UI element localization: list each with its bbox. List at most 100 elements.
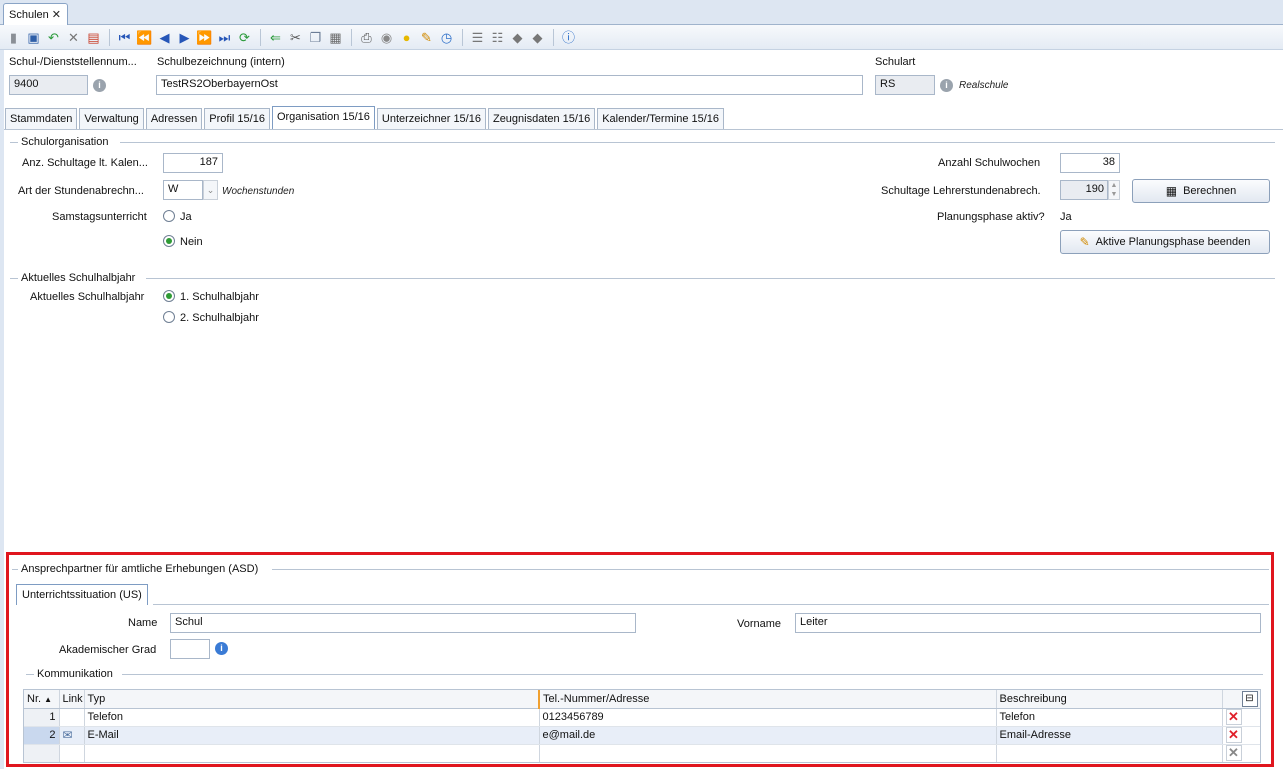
schulnummer-field[interactable]: 9400 — [9, 75, 88, 95]
new-icon[interactable]: ▮ — [4, 28, 23, 47]
vorname-label: Vorname — [737, 618, 782, 630]
form-tabs: Stammdaten Verwaltung Adressen Profil 15… — [5, 106, 726, 129]
tab-unterrichtssituation[interactable]: Unterrichtssituation (US) — [16, 584, 148, 605]
berechnen-button[interactable]: ▦ Berechnen — [1132, 179, 1270, 203]
idea-icon[interactable]: ● — [397, 28, 416, 47]
chevron-down-icon[interactable]: ⌄ — [203, 180, 218, 200]
delete-row-icon[interactable]: ✕ — [1225, 709, 1242, 725]
col-link[interactable]: Link — [59, 690, 85, 709]
samstag-ja-radio[interactable] — [163, 210, 175, 222]
clock-icon[interactable]: ◷ — [437, 28, 456, 47]
cut-icon[interactable]: ✂ — [286, 28, 305, 47]
planungsphase-beenden-button[interactable]: ✎ Aktive Planungsphase beenden — [1060, 230, 1270, 254]
back-icon[interactable]: ⇐ — [266, 28, 285, 47]
undo-icon[interactable]: ↶ — [44, 28, 63, 47]
col-beschreibung[interactable]: Beschreibung — [996, 690, 1223, 709]
table-row[interactable]: 2 ✉ E-Mail e@mail.de Email-Adresse ✕ — [24, 726, 1260, 745]
list2-icon[interactable]: ☷ — [488, 28, 507, 47]
tab-stammdaten[interactable]: Stammdaten — [5, 108, 78, 129]
close-icon[interactable]: ✕ — [52, 9, 61, 21]
berechnen-label: Berechnen — [1183, 185, 1237, 197]
delete-icon[interactable]: ✕ — [64, 28, 83, 47]
halbjahr-1-radio[interactable] — [163, 290, 175, 302]
name-label: Name — [128, 617, 158, 629]
copy-icon[interactable]: ❐ — [306, 28, 325, 47]
spinner-icon[interactable]: ▲ ▼ — [1108, 180, 1120, 200]
next-icon[interactable]: ▶ — [175, 28, 194, 47]
save-icon[interactable]: ▣ — [24, 28, 43, 47]
column-chooser-icon[interactable]: ⊟ — [1241, 690, 1258, 707]
col-nr[interactable]: Nr. ▲ — [24, 690, 60, 709]
planungsphase-beenden-label: Aktive Planungsphase beenden — [1095, 236, 1251, 248]
last-icon[interactable]: ⏭ — [215, 28, 234, 47]
tab-verwaltung[interactable]: Verwaltung — [79, 108, 144, 129]
stundenabrechnung-label: Art der Stundenabrechn... — [18, 185, 144, 197]
help-icon[interactable]: ⓘ — [559, 28, 578, 47]
document-tab-bar — [0, 0, 1283, 25]
col-adresse[interactable]: Tel.-Nummer/Adresse — [538, 690, 997, 709]
row-typ[interactable]: E-Mail — [84, 726, 540, 745]
pencil-icon: ✎ — [1079, 235, 1090, 249]
info-icon[interactable]: i — [215, 642, 228, 655]
info-icon[interactable]: i — [93, 79, 106, 92]
samstag-ja-label: Ja — [180, 211, 192, 223]
row-nr: 2 — [24, 726, 60, 745]
halbjahr-title: Aktuelles Schulhalbjahr — [21, 272, 136, 284]
tab-profil[interactable]: Profil 15/16 — [204, 108, 270, 129]
paint2-icon[interactable]: ◆ — [528, 28, 547, 47]
grid-header: Nr. ▲ Link Typ Tel.-Nummer/Adresse Besch… — [24, 690, 1260, 709]
paste-icon[interactable]: ▦ — [326, 28, 345, 47]
schulart-desc: Realschule — [959, 80, 1009, 91]
row-adresse[interactable]: 0123456789 — [539, 708, 997, 727]
tab-zeugnisdaten[interactable]: Zeugnisdaten 15/16 — [487, 108, 596, 129]
row-beschreibung[interactable]: Email-Adresse — [996, 726, 1223, 745]
tab-schulen[interactable]: Schulen ✕ — [3, 3, 68, 25]
schulart-field[interactable]: RS — [875, 75, 935, 95]
list-icon[interactable]: ☰ — [468, 28, 487, 47]
bezeichnung-field[interactable]: TestRS2OberbayernOst — [156, 75, 863, 95]
name-field[interactable]: Schul — [170, 613, 636, 633]
tab-organisation[interactable]: Organisation 15/16 — [271, 106, 375, 129]
lehrerstunden-label: Schultage Lehrerstundenabrech. — [881, 185, 1041, 197]
tab-unterzeichner[interactable]: Unterzeichner 15/16 — [376, 108, 486, 129]
lehrerstunden-field[interactable]: 190 — [1060, 180, 1108, 200]
row-beschreibung[interactable]: Telefon — [996, 708, 1223, 727]
schulart-label: Schulart — [875, 56, 916, 68]
info-icon[interactable]: i — [940, 79, 953, 92]
tab-adressen[interactable]: Adressen — [145, 108, 203, 129]
clear-icon[interactable]: ▤ — [84, 28, 103, 47]
vorname-field[interactable]: Leiter — [795, 613, 1261, 633]
next-page-icon[interactable]: ⏩ — [195, 28, 214, 47]
preview-icon[interactable]: ◉ — [377, 28, 396, 47]
stundenabrechnung-select[interactable]: W — [163, 180, 203, 200]
col-typ[interactable]: Typ — [84, 690, 540, 709]
toolbar: ▮ ▣ ↶ ✕ ▤ ⏮ ⏪ ◀ ▶ ⏩ ⏭ ⟳ ⇐ ✂ ❐ ▦ ⎙ ◉ ● ✎ … — [0, 25, 1283, 50]
row-link[interactable]: ✉ — [59, 726, 85, 745]
row-adresse[interactable]: e@mail.de — [539, 726, 997, 745]
broom-icon[interactable]: ✎ — [417, 28, 436, 47]
halbjahr-2-radio[interactable] — [163, 311, 175, 323]
paint-icon[interactable]: ◆ — [508, 28, 527, 47]
table-row-new[interactable]: ✕ — [24, 744, 1260, 762]
delete-row-icon[interactable]: ✕ — [1225, 727, 1242, 743]
row-typ[interactable]: Telefon — [84, 708, 540, 727]
table-row[interactable]: 1 Telefon 0123456789 Telefon ✕ — [24, 708, 1260, 727]
mail-icon[interactable]: ✉ — [63, 728, 73, 742]
print-icon[interactable]: ⎙ — [357, 28, 376, 47]
schulwochen-field[interactable]: 38 — [1060, 153, 1120, 173]
schultage-field[interactable]: 187 — [163, 153, 223, 173]
refresh-icon[interactable]: ⟳ — [235, 28, 254, 47]
grad-field[interactable] — [170, 639, 210, 659]
planung-value: Ja — [1060, 211, 1072, 223]
prev-page-icon[interactable]: ⏪ — [135, 28, 154, 47]
tab-kalender[interactable]: Kalender/Termine 15/16 — [597, 108, 725, 129]
cancel-row-icon[interactable]: ✕ — [1225, 745, 1242, 761]
first-icon[interactable]: ⏮ — [115, 28, 134, 47]
samstag-nein-radio[interactable] — [163, 235, 175, 247]
prev-icon[interactable]: ◀ — [155, 28, 174, 47]
schultage-label: Anz. Schultage lt. Kalen... — [22, 157, 148, 169]
grad-label: Akademischer Grad — [59, 644, 157, 656]
schulnummer-label: Schul-/Dienststellennum... — [9, 56, 137, 68]
schulorganisation-title: Schulorganisation — [21, 136, 109, 148]
samstag-nein-label: Nein — [180, 236, 203, 248]
